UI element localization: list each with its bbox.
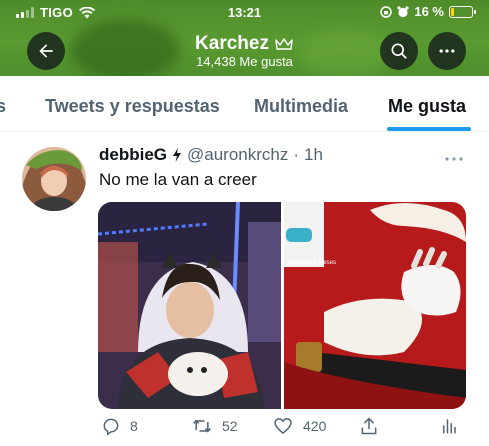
more-horizontal-icon (445, 157, 463, 161)
reply-button[interactable]: 8 (101, 416, 138, 436)
retweet-icon (193, 419, 211, 433)
tweet-media[interactable]: pablando 4 meses (98, 202, 466, 409)
heart-icon (274, 418, 292, 434)
lightning-icon (173, 148, 182, 162)
like-button[interactable]: 420 (272, 416, 326, 436)
retweet-count: 52 (222, 418, 238, 434)
analytics-icon (443, 419, 456, 434)
user-handle[interactable]: @auronkrchz (187, 145, 288, 165)
share-icon (361, 417, 377, 435)
media-overlay-text: pablando 4 meses (287, 260, 336, 266)
tab-me-gusta[interactable]: Me gusta (388, 96, 466, 117)
search-icon (391, 43, 407, 59)
tweet-header: debbieG @auronkrchz · 1h (99, 145, 323, 165)
media-photo-right[interactable]: pablando 4 meses (284, 202, 466, 409)
reply-icon (103, 418, 119, 436)
more-options-button[interactable] (428, 32, 466, 70)
reply-count: 8 (130, 418, 138, 434)
tweet-actions: 8 52 420 (0, 416, 489, 444)
battery-percent: 16 % (414, 4, 444, 19)
tweet-text: No me la van a creer (99, 170, 257, 189)
tab-tweets-y-respuestas[interactable]: Tweets y respuestas (45, 96, 220, 117)
media-photo-left[interactable] (98, 202, 281, 409)
alarm-icon (397, 5, 409, 17)
avatar[interactable] (22, 147, 86, 211)
display-name[interactable]: debbieG (99, 145, 167, 165)
tweet-more-button[interactable] (444, 150, 464, 168)
retweet-button[interactable]: 52 (191, 416, 238, 436)
status-bar: TIGO 13:21 16 % (0, 0, 489, 24)
profile-name-text: Karchez (195, 33, 269, 54)
like-count: 420 (303, 418, 327, 434)
orientation-lock-icon (380, 5, 393, 18)
more-icon (439, 49, 455, 53)
battery-icon (449, 5, 476, 18)
profile-tabs: s Tweets y respuestas Multimedia Me gust… (0, 76, 489, 132)
active-tab-indicator (387, 127, 471, 131)
analytics-button[interactable] (440, 416, 458, 436)
share-button[interactable] (359, 416, 379, 436)
profile-header: TIGO 13:21 16 % Karchez 14,438 Me gusta (0, 0, 489, 76)
separator-dot: · (293, 145, 300, 164)
crown-icon (275, 38, 293, 50)
tweet-time[interactable]: 1h (304, 145, 323, 165)
tab-multimedia[interactable]: Multimedia (254, 96, 348, 117)
search-button[interactable] (380, 32, 418, 70)
tab-tweets[interactable]: s (0, 96, 6, 117)
